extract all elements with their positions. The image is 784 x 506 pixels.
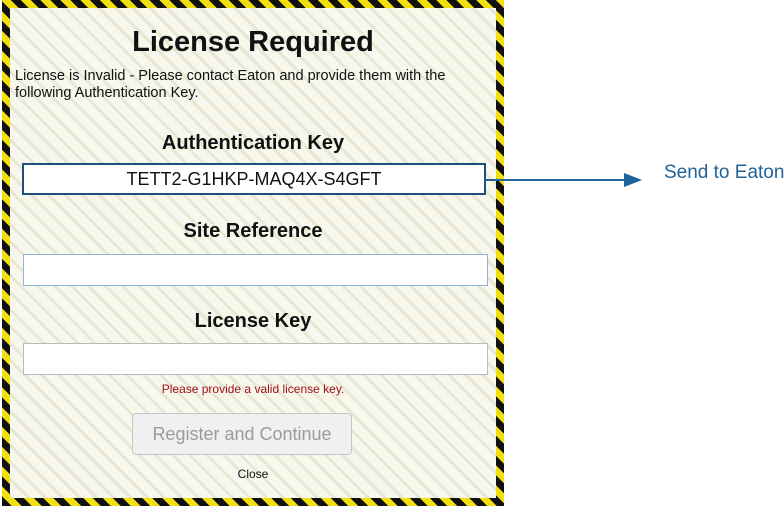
license-dialog: License Required License is Invalid - Pl… xyxy=(2,0,504,506)
send-to-eaton-annotation: Send to Eaton xyxy=(664,162,784,183)
dialog-body: License Required License is Invalid - Pl… xyxy=(10,8,496,498)
site-reference-label: Site Reference xyxy=(183,220,323,242)
register-and-continue-button[interactable]: Register and Continue xyxy=(132,413,352,455)
auth-key-label: Authentication Key xyxy=(161,132,345,154)
license-key-input[interactable] xyxy=(23,343,488,375)
invalid-license-message: License is Invalid - Please contact Eato… xyxy=(15,68,446,101)
license-key-label: License Key xyxy=(194,310,312,332)
auth-key-display: TETT2-G1HKP-MAQ4X-S4GFT xyxy=(22,163,486,195)
license-key-error: Please provide a valid license key. xyxy=(161,382,345,396)
close-link[interactable]: Close xyxy=(10,467,496,481)
site-reference-input[interactable] xyxy=(23,254,488,286)
dialog-title: License Required xyxy=(132,26,374,58)
